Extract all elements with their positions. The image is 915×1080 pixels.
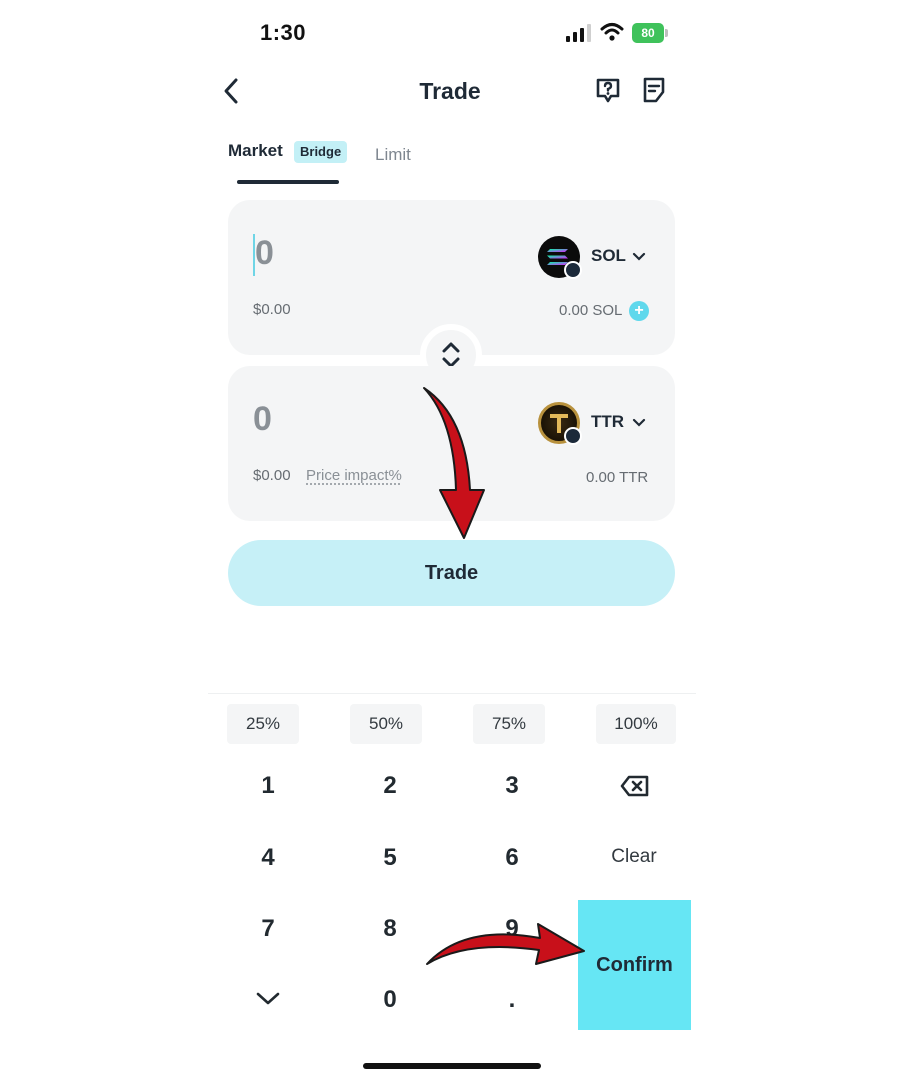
backspace-icon (620, 775, 649, 797)
help-icon (596, 78, 620, 103)
key-1[interactable]: 1 (228, 772, 308, 800)
chevron-down-icon (256, 992, 280, 1005)
add-funds-button[interactable]: + (629, 301, 649, 321)
key-0[interactable]: 0 (350, 986, 430, 1014)
annotation-arrow-down-icon (423, 387, 485, 539)
key-2[interactable]: 2 (350, 772, 430, 800)
status-time: 1:30 (260, 20, 307, 45)
orders-icon (643, 77, 665, 103)
signal-icon (566, 24, 592, 42)
percent-25-button[interactable]: 25% (227, 704, 299, 744)
key-decimal[interactable]: . (472, 986, 552, 1014)
chain-badge-icon (564, 261, 582, 279)
active-tab-indicator (237, 180, 339, 184)
annotation-arrow-right-icon (426, 923, 585, 965)
to-token-selector[interactable]: TTR (538, 402, 646, 446)
from-token-symbol: SOL (591, 246, 626, 265)
battery-level: 80 (632, 23, 664, 43)
backspace-button[interactable] (620, 774, 650, 798)
page-title: Trade (419, 78, 481, 104)
orders-button[interactable] (640, 76, 668, 104)
bridge-badge: Bridge (294, 141, 348, 163)
percent-75-button[interactable]: 75% (473, 704, 545, 744)
tab-limit[interactable]: Limit (375, 145, 411, 165)
help-button[interactable] (594, 76, 622, 104)
clear-button[interactable]: Clear (594, 846, 674, 868)
key-8[interactable]: 8 (350, 915, 430, 943)
keypad-divider (208, 693, 696, 694)
to-usd-value: $0.00 (253, 467, 291, 484)
to-token-symbol: TTR (591, 412, 625, 431)
chain-badge-icon (564, 427, 582, 445)
home-indicator (363, 1063, 541, 1069)
wifi-icon (600, 22, 624, 42)
key-3[interactable]: 3 (472, 772, 552, 800)
battery-icon: 80 (632, 23, 668, 43)
chevron-down-icon (632, 252, 646, 261)
tab-market[interactable]: Market (228, 141, 283, 161)
key-5[interactable]: 5 (350, 844, 430, 872)
chevron-down-icon (632, 418, 646, 427)
trade-button[interactable]: Trade (228, 540, 675, 606)
from-balance: 0.00 SOL (559, 302, 623, 319)
from-amount-input[interactable]: 0 (255, 234, 274, 273)
from-token-selector[interactable]: SOL (538, 236, 646, 280)
key-7[interactable]: 7 (228, 915, 308, 943)
confirm-button[interactable]: Confirm (578, 900, 691, 1030)
collapse-keypad-button[interactable] (255, 990, 281, 1008)
key-4[interactable]: 4 (228, 844, 308, 872)
from-usd-value: $0.00 (253, 301, 291, 318)
to-balance: 0.00 TTR (586, 469, 649, 486)
percent-100-button[interactable]: 100% (596, 704, 676, 744)
percent-50-button[interactable]: 50% (350, 704, 422, 744)
price-impact-link[interactable]: Price impact% (306, 467, 402, 484)
to-amount: 0 (253, 400, 272, 438)
key-6[interactable]: 6 (472, 844, 552, 872)
